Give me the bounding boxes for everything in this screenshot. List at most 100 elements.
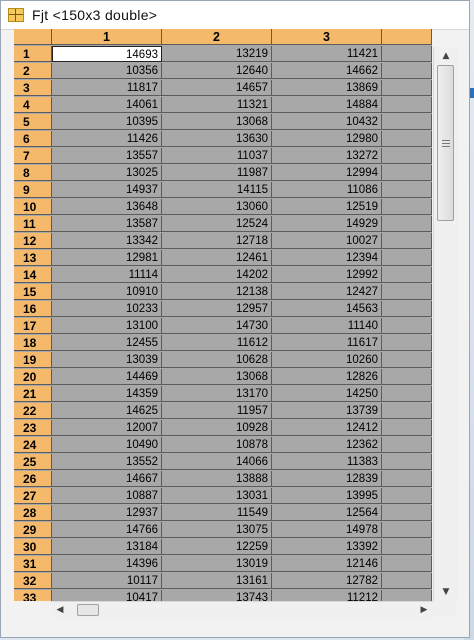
table-cell[interactable]: 11957 <box>162 403 272 419</box>
table-cell[interactable]: 13184 <box>52 539 162 555</box>
table-cell[interactable]: 10395 <box>52 114 162 130</box>
table-cell[interactable]: 13170 <box>162 386 272 402</box>
table-cell[interactable]: 14730 <box>162 318 272 334</box>
table-cell[interactable]: 10490 <box>52 437 162 453</box>
table-cell[interactable]: 12994 <box>272 165 382 181</box>
table-cell[interactable]: 13342 <box>52 233 162 249</box>
table-cell[interactable]: 13219 <box>162 46 272 62</box>
scroll-up-icon[interactable]: ▲ <box>434 47 458 65</box>
table-cell[interactable]: 12394 <box>272 250 382 266</box>
table-cell[interactable]: 12826 <box>272 369 382 385</box>
row-header[interactable]: 27 <box>14 488 52 504</box>
row-header[interactable]: 5 <box>14 114 52 130</box>
row-header[interactable]: 13 <box>14 250 52 266</box>
row-header[interactable]: 10 <box>14 199 52 215</box>
table-cell[interactable]: 13869 <box>272 80 382 96</box>
table-cell[interactable]: 12138 <box>162 284 272 300</box>
row-header[interactable]: 20 <box>14 369 52 385</box>
table-cell[interactable]: 14625 <box>52 403 162 419</box>
table-cell[interactable]: 10260 <box>272 352 382 368</box>
table-cell[interactable]: 10417 <box>52 590 162 601</box>
table-cell[interactable]: 14937 <box>52 182 162 198</box>
table-cell[interactable]: 14396 <box>52 556 162 572</box>
table-cell[interactable]: 13743 <box>162 590 272 601</box>
empty-cell[interactable] <box>382 471 432 487</box>
empty-cell[interactable] <box>382 539 432 555</box>
selected-cell[interactable]: 14693 <box>52 46 162 62</box>
empty-cell[interactable] <box>382 250 432 266</box>
table-cell[interactable]: 13995 <box>272 488 382 504</box>
table-cell[interactable]: 10356 <box>52 63 162 79</box>
row-header[interactable]: 32 <box>14 573 52 589</box>
table-cell[interactable]: 11114 <box>52 267 162 283</box>
row-header[interactable]: 25 <box>14 454 52 470</box>
table-cell[interactable]: 14115 <box>162 182 272 198</box>
column-header-2[interactable]: 2 <box>162 29 272 45</box>
column-header-1[interactable]: 1 <box>52 29 162 45</box>
table-cell[interactable]: 14469 <box>52 369 162 385</box>
empty-cell[interactable] <box>382 80 432 96</box>
table-cell[interactable]: 14250 <box>272 386 382 402</box>
row-header[interactable]: 19 <box>14 352 52 368</box>
table-cell[interactable]: 11426 <box>52 131 162 147</box>
table-cell[interactable]: 10117 <box>52 573 162 589</box>
table-cell[interactable]: 13161 <box>162 573 272 589</box>
table-cell[interactable]: 11421 <box>272 46 382 62</box>
row-header[interactable]: 31 <box>14 556 52 572</box>
empty-cell[interactable] <box>382 165 432 181</box>
table-cell[interactable]: 10878 <box>162 437 272 453</box>
row-header[interactable]: 8 <box>14 165 52 181</box>
table-cell[interactable]: 11987 <box>162 165 272 181</box>
row-header[interactable]: 9 <box>14 182 52 198</box>
row-header[interactable]: 33 <box>14 590 52 601</box>
empty-cell[interactable] <box>382 63 432 79</box>
table-cell[interactable]: 12461 <box>162 250 272 266</box>
table-cell[interactable]: 13888 <box>162 471 272 487</box>
row-header[interactable]: 22 <box>14 403 52 419</box>
table-cell[interactable]: 12839 <box>272 471 382 487</box>
table-cell[interactable]: 12259 <box>162 539 272 555</box>
row-header[interactable]: 21 <box>14 386 52 402</box>
empty-cell[interactable] <box>382 386 432 402</box>
column-header-next[interactable] <box>382 29 432 45</box>
table-cell[interactable]: 13392 <box>272 539 382 555</box>
row-header[interactable]: 3 <box>14 80 52 96</box>
vertical-scrollbar[interactable]: ▲ ▼ <box>433 47 458 601</box>
empty-cell[interactable] <box>382 437 432 453</box>
row-header[interactable]: 18 <box>14 335 52 351</box>
empty-cell[interactable] <box>382 335 432 351</box>
row-header[interactable]: 6 <box>14 131 52 147</box>
table-cell[interactable]: 14667 <box>52 471 162 487</box>
table-cell[interactable]: 14766 <box>52 522 162 538</box>
empty-cell[interactable] <box>382 148 432 164</box>
empty-cell[interactable] <box>382 114 432 130</box>
row-header[interactable]: 29 <box>14 522 52 538</box>
scroll-right-icon[interactable]: ▶ <box>415 602 433 618</box>
empty-cell[interactable] <box>382 556 432 572</box>
table-cell[interactable]: 12640 <box>162 63 272 79</box>
table-cell[interactable]: 12718 <box>162 233 272 249</box>
row-header[interactable]: 1 <box>14 46 52 62</box>
empty-cell[interactable] <box>382 505 432 521</box>
table-cell[interactable]: 12412 <box>272 420 382 436</box>
empty-cell[interactable] <box>382 369 432 385</box>
row-header[interactable]: 28 <box>14 505 52 521</box>
table-cell[interactable]: 13068 <box>162 114 272 130</box>
table-cell[interactable]: 10910 <box>52 284 162 300</box>
table-cell[interactable]: 14657 <box>162 80 272 96</box>
table-cell[interactable]: 11140 <box>272 318 382 334</box>
scroll-down-icon[interactable]: ▼ <box>434 583 458 601</box>
table-cell[interactable]: 12957 <box>162 301 272 317</box>
row-header[interactable]: 2 <box>14 63 52 79</box>
empty-cell[interactable] <box>382 267 432 283</box>
table-cell[interactable]: 12427 <box>272 284 382 300</box>
row-header[interactable]: 7 <box>14 148 52 164</box>
table-cell[interactable]: 14929 <box>272 216 382 232</box>
empty-cell[interactable] <box>382 199 432 215</box>
horizontal-scroll-thumb[interactable] <box>77 604 99 616</box>
empty-cell[interactable] <box>382 403 432 419</box>
table-cell[interactable]: 14978 <box>272 522 382 538</box>
table-cell[interactable]: 11549 <box>162 505 272 521</box>
table-cell[interactable]: 13552 <box>52 454 162 470</box>
row-header[interactable]: 26 <box>14 471 52 487</box>
